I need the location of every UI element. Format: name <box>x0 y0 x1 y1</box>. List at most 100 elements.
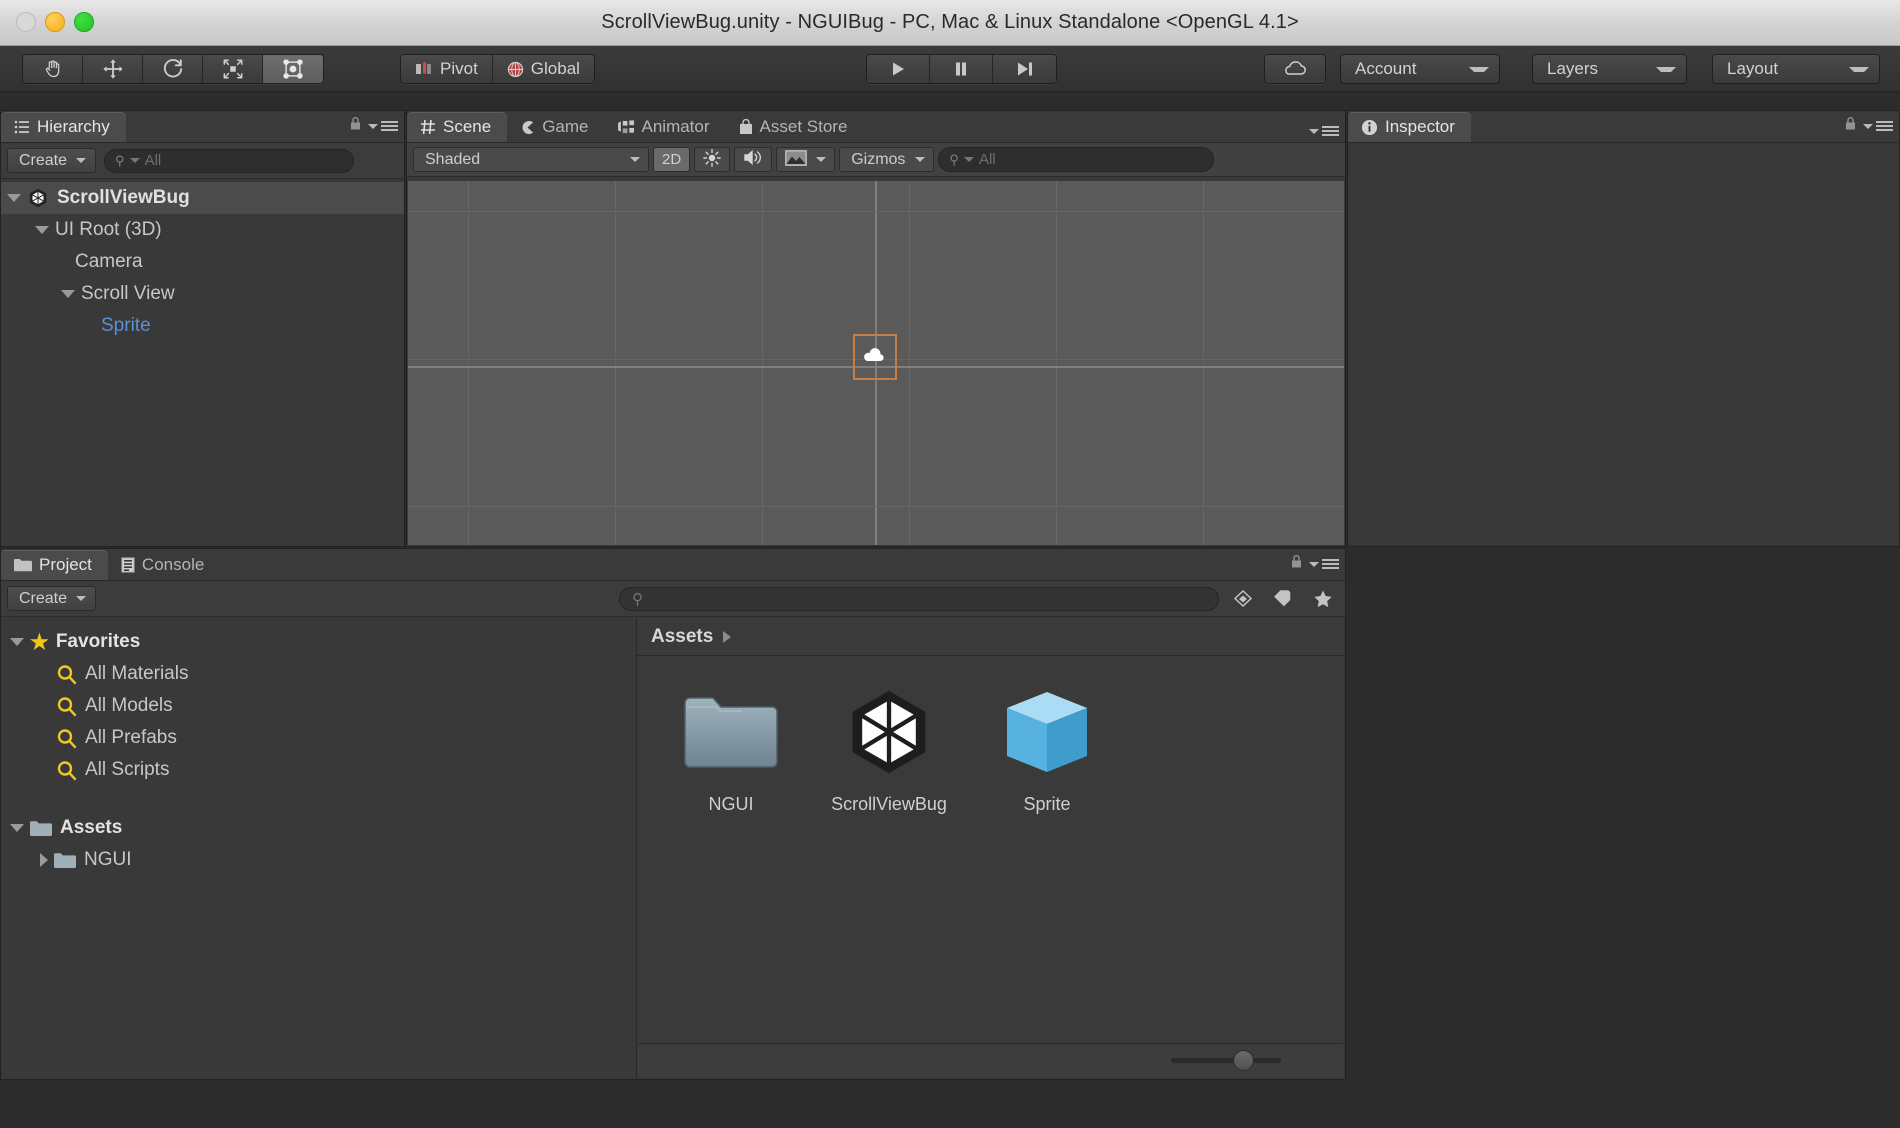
tab-inspector[interactable]: Inspector <box>1348 112 1471 142</box>
project-panel-menu <box>1290 554 1339 574</box>
play-button[interactable] <box>867 55 930 83</box>
filter-by-type-icon[interactable] <box>1227 586 1259 612</box>
transform-tools-group <box>22 54 324 84</box>
filter-by-label-icon[interactable] <box>1267 586 1299 612</box>
project-tabrow: Project Console <box>1 549 1345 581</box>
star-icon: ★ <box>30 630 49 654</box>
chevron-down-icon <box>76 596 87 601</box>
tab-console[interactable]: Console <box>108 550 220 580</box>
project-tree-item-all-models[interactable]: All Models <box>2 690 636 722</box>
hierarchy-panel: Hierarchy Create ⚲ All ScrollViewBug UI … <box>0 110 405 547</box>
project-tree-item-all-scripts[interactable]: All Scripts <box>2 754 636 786</box>
rect-tool[interactable] <box>263 55 323 83</box>
unity-scene-thumb-icon <box>839 682 939 782</box>
tab-animator[interactable]: Animator <box>605 112 726 142</box>
breadcrumb: Assets <box>637 618 1344 656</box>
hierarchy-item-scrollviewbug[interactable]: ScrollViewBug <box>1 182 404 214</box>
hierarchy-item-sprite[interactable]: Sprite <box>1 310 404 342</box>
disclosure-triangle-icon[interactable] <box>35 226 49 234</box>
scene-panel: Scene Game Animator Asset Store Shaded 2… <box>406 110 1346 547</box>
lock-icon[interactable] <box>349 116 362 136</box>
lighting-toggle-button[interactable] <box>694 147 731 172</box>
toggle-2d-button[interactable]: 2D <box>653 147 691 172</box>
asset-item-label: Sprite <box>1023 794 1071 814</box>
move-tool[interactable] <box>83 55 143 83</box>
project-tree-item-label: Assets <box>60 817 123 838</box>
close-button[interactable] <box>16 12 36 32</box>
scene-viewport[interactable] <box>408 181 1344 545</box>
favorite-star-icon[interactable] <box>1307 586 1339 612</box>
hierarchy-create-button[interactable]: Create <box>7 148 97 173</box>
pause-button[interactable] <box>930 55 993 83</box>
search-icon <box>56 696 77 717</box>
layers-dropdown[interactable]: Layers <box>1532 54 1687 84</box>
scene-panel-menu <box>1309 126 1339 136</box>
search-icon <box>56 664 77 685</box>
search-icon <box>56 728 77 749</box>
asset-item-ngui[interactable]: NGUI <box>655 682 807 815</box>
audio-toggle-button[interactable] <box>734 147 773 172</box>
folder-icon <box>30 820 52 837</box>
rotate-tool[interactable] <box>143 55 203 83</box>
lock-icon[interactable] <box>1844 116 1857 136</box>
project-subbar: Create ⚲ <box>1 581 1345 617</box>
tab-scene[interactable]: Scene <box>407 112 508 142</box>
cloud-services-group <box>1264 54 1326 84</box>
scene-grid-icon <box>420 119 436 135</box>
hierarchy-item-scroll-view[interactable]: Scroll View <box>1 278 404 310</box>
hierarchy-item-label: Scroll View <box>81 283 175 304</box>
gizmos-dropdown[interactable]: Gizmos <box>839 147 935 172</box>
hand-tool[interactable] <box>23 55 83 83</box>
scene-search-input[interactable]: ⚲ All <box>938 147 1215 172</box>
disclosure-triangle-icon[interactable] <box>40 853 48 867</box>
tab-game[interactable]: Game <box>507 112 604 142</box>
layout-label: Layout <box>1727 59 1779 78</box>
slider-knob[interactable] <box>1233 1050 1254 1071</box>
inspector-tabrow: Inspector <box>1348 111 1899 143</box>
project-tree-item-favorites[interactable]: ★ Favorites <box>2 626 636 658</box>
hierarchy-item-camera[interactable]: Camera <box>1 246 404 278</box>
minimize-button[interactable] <box>45 12 65 32</box>
disclosure-triangle-icon[interactable] <box>7 194 21 202</box>
hierarchy-search-input[interactable]: ⚲ All <box>104 148 355 173</box>
pivot-group: Pivot Global <box>400 54 595 84</box>
audio-icon <box>743 149 763 170</box>
shading-mode-dropdown[interactable]: Shaded <box>413 147 649 172</box>
layout-dropdown[interactable]: Layout <box>1712 54 1880 84</box>
hierarchy-item-ui-root[interactable]: UI Root (3D) <box>1 214 404 246</box>
project-tree-item-assets[interactable]: Assets <box>2 812 636 844</box>
account-dropdown[interactable]: Account <box>1340 54 1500 84</box>
cloud-button[interactable] <box>1265 55 1325 83</box>
project-tree-item-all-prefabs[interactable]: All Prefabs <box>2 722 636 754</box>
disclosure-triangle-icon[interactable] <box>61 290 75 298</box>
unity-editor-window: ScrollViewBug.unity - NGUIBug - PC, Mac … <box>0 0 1900 1128</box>
project-body: ★ Favorites All Materials All Models All… <box>2 618 1344 1078</box>
scale-tool[interactable] <box>203 55 263 83</box>
asset-item-scrollviewbug[interactable]: ScrollViewBug <box>813 682 965 815</box>
project-tree-item-ngui[interactable]: NGUI <box>2 844 636 876</box>
global-button[interactable]: Global <box>492 55 594 83</box>
disclosure-triangle-icon[interactable] <box>10 824 24 832</box>
tab-asset-store[interactable]: Asset Store <box>726 112 864 142</box>
effects-dropdown-button[interactable] <box>776 147 836 172</box>
tab-hierarchy[interactable]: Hierarchy <box>1 112 126 142</box>
project-create-button[interactable]: Create <box>7 586 97 611</box>
zoom-button[interactable] <box>74 12 94 32</box>
project-tree-item-label: All Models <box>85 695 173 716</box>
disclosure-triangle-icon[interactable] <box>10 638 24 646</box>
asset-item-sprite[interactable]: Sprite <box>971 682 1123 815</box>
project-tree-item-label: All Scripts <box>85 759 170 780</box>
tab-project[interactable]: Project <box>1 550 108 580</box>
panel-options-icon[interactable] <box>368 121 398 131</box>
panel-options-icon[interactable] <box>1863 121 1893 131</box>
project-search-input[interactable]: ⚲ <box>619 586 1219 611</box>
asset-zoom-slider[interactable] <box>1171 1050 1281 1071</box>
chevron-down-icon <box>1656 66 1676 72</box>
panel-options-icon[interactable] <box>1309 126 1339 136</box>
breadcrumb-label[interactable]: Assets <box>651 626 713 648</box>
pivot-button[interactable]: Pivot <box>401 55 493 83</box>
project-tree-item-all-materials[interactable]: All Materials <box>2 658 636 690</box>
lock-icon[interactable] <box>1290 554 1303 574</box>
step-button[interactable] <box>993 55 1056 83</box>
panel-options-icon[interactable] <box>1309 559 1339 569</box>
